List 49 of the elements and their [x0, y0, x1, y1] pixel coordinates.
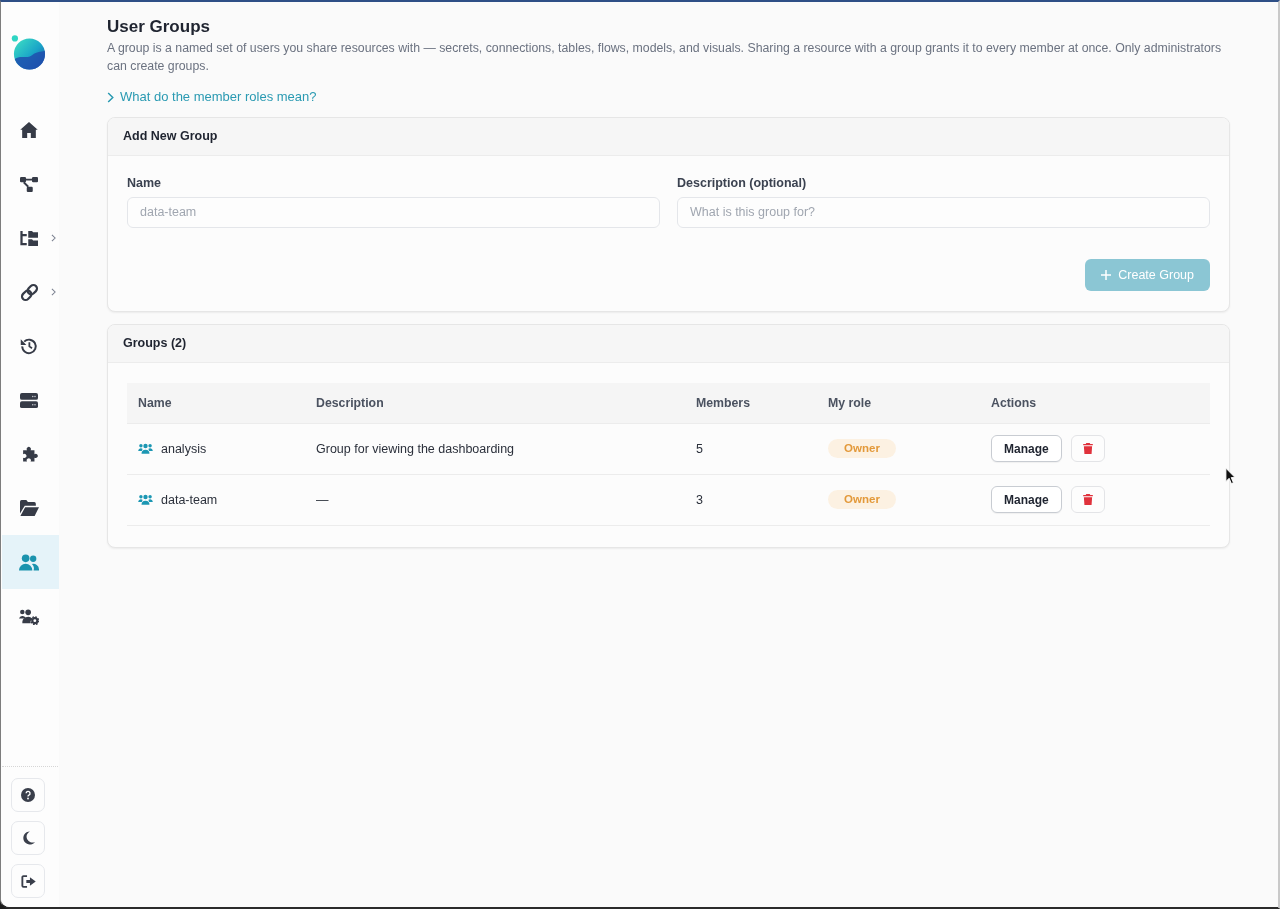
folder-open-icon [19, 500, 39, 516]
users-icon [19, 553, 39, 571]
card-title: Groups (2) [123, 336, 187, 350]
role-badge: Owner [828, 439, 896, 458]
logo-icon [11, 34, 46, 71]
group-name: analysis [161, 441, 207, 456]
logout-icon [20, 874, 36, 888]
theme-toggle-button[interactable] [11, 821, 45, 855]
column-header: Members [696, 395, 750, 410]
users-icon [138, 443, 153, 454]
field-label: Description (optional) [677, 175, 808, 191]
link-icon [19, 282, 39, 302]
text-input[interactable]: data-team [127, 196, 660, 228]
column-header: Actions [991, 395, 1037, 410]
folder-tree-icon [20, 230, 38, 246]
help-icon [21, 788, 35, 802]
table-cell: Group for viewing the dashboarding [316, 441, 515, 456]
connected-nodes-icon [20, 176, 38, 192]
logout-button[interactable] [11, 864, 45, 898]
card-title: Add New Group [123, 129, 218, 143]
table-cell: 5 [696, 441, 703, 456]
column-header: Description [316, 395, 384, 410]
delete-button[interactable] [1070, 486, 1105, 513]
role-badge: Owner [828, 490, 896, 509]
table-cell: — [316, 492, 329, 507]
help-button[interactable] [11, 778, 45, 812]
group-name: data-team [161, 492, 218, 507]
plus-icon [1101, 269, 1112, 280]
moon-icon [21, 831, 35, 845]
manage-button[interactable]: Manage [991, 435, 1062, 462]
page-description: A group is a named set of users you share resources with — secrets, connections, tables, flows, models, and visuals. Sharing a resource with a group grants it to every member at once. Only administrators can create groups. [107, 40, 1223, 75]
text-input[interactable]: What is this group for? [677, 196, 1210, 228]
column-header: My role [828, 395, 872, 410]
manage-button[interactable]: Manage [991, 486, 1062, 513]
users-icon [138, 494, 153, 505]
field-label: Name [127, 175, 163, 191]
column-header: Name [138, 395, 172, 410]
server-icon [20, 392, 38, 408]
puzzle-icon [20, 445, 38, 463]
table-cell: 3 [696, 492, 703, 507]
users-gear-icon [19, 607, 39, 625]
page-title: User Groups [107, 16, 211, 38]
trash-icon [1082, 494, 1093, 505]
chevron-right-icon [51, 234, 56, 242]
chevron-right-icon [51, 288, 56, 296]
trash-icon [1082, 443, 1093, 454]
history-icon [20, 337, 38, 355]
home-icon [20, 122, 38, 138]
delete-button[interactable] [1070, 435, 1105, 462]
